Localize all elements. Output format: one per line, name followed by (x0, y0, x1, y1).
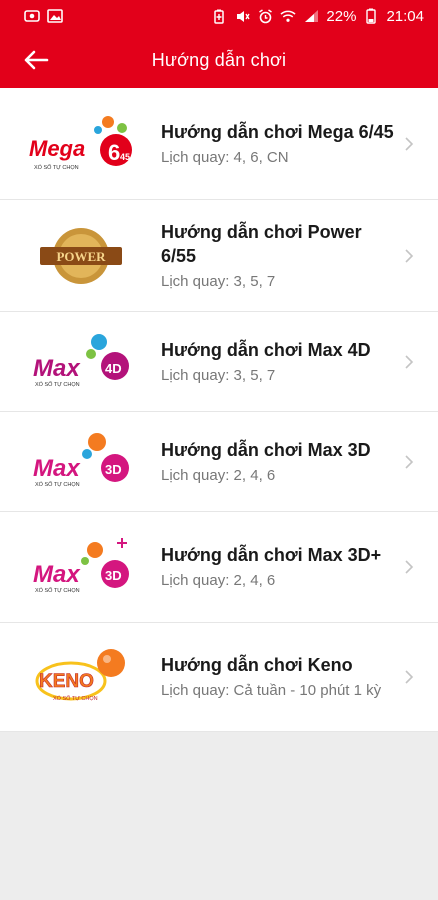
page-title: Hướng dẫn chơi (151, 49, 287, 70)
svg-text:XỔ SỐ TỰ CHỌN: XỔ SỐ TỰ CHỌN (35, 587, 80, 594)
row-text: Hướng dẫn chơi Power 6/55 Lịch quay: 3, … (161, 220, 438, 292)
svg-text:POWER: POWER (56, 249, 106, 264)
max-3d-plus-logo: Max 3D XỔ SỐ TỰ CHỌN (0, 534, 161, 600)
list-item-max-3d[interactable]: Max 3D XỔ SỐ TỰ CHỌN Hướng dẫn chơi Max … (0, 412, 438, 512)
row-schedule: Lịch quay: 3, 5, 7 (161, 366, 276, 384)
status-left (24, 9, 63, 23)
list-item-max-4d[interactable]: Max 4D XỔ SỐ TỰ CHỌN Hướng dẫn chơi Max … (0, 312, 438, 412)
wifi-icon (280, 9, 296, 23)
list-item-max-3d-plus[interactable]: Max 3D XỔ SỐ TỰ CHỌN Hướng dẫn chơi Max … (0, 512, 438, 623)
row-schedule: Lịch quay: 2, 4, 6 (161, 572, 276, 589)
battery-percent: 22% (326, 7, 357, 25)
svg-text:Max: Max (33, 561, 81, 588)
alarm-icon (257, 8, 273, 23)
app-bar: Hướng dẫn chơi (0, 32, 438, 88)
chevron-right-icon (405, 670, 414, 684)
status-bar: 22% 21:04 (0, 0, 438, 32)
arrow-left-icon (24, 50, 49, 70)
chevron-right-icon (405, 248, 414, 263)
row-title: Hướng dẫn chơi Mega 6/45 (161, 121, 394, 142)
chevron-right-icon (405, 454, 414, 469)
svg-text:XỔ SỐ TỰ CHỌN: XỔ SỐ TỰ CHỌN (53, 695, 98, 702)
svg-text:XỔ SỐ TỰ CHỌN: XỔ SỐ TỰ CHỌN (35, 381, 80, 388)
notification-app-icon (24, 9, 40, 23)
chevron-right-icon (405, 560, 414, 574)
battery-saver-icon (211, 9, 227, 24)
mega-645-logo: Mega 6 45 XỔ SỐ TỰ CHỌN (0, 114, 161, 174)
mute-icon (234, 9, 250, 23)
row-text: Hướng dẫn chơi Keno Lịch quay: Cả tuần -… (161, 653, 438, 701)
svg-text:KENO: KENO (39, 671, 94, 692)
row-title: Hướng dẫn chơi Max 4D (161, 339, 371, 360)
back-button[interactable] (14, 42, 58, 78)
svg-text:XỔ SỐ TỰ CHỌN: XỔ SỐ TỰ CHỌN (35, 481, 80, 488)
list-item-keno[interactable]: KENO XỔ SỐ TỰ CHỌN Hướng dẫn chơi Keno L… (0, 623, 438, 732)
clock: 21:04 (386, 7, 424, 25)
row-text: Hướng dẫn chơi Max 3D Lịch quay: 2, 4, 6 (161, 438, 438, 486)
game-guide-list: Mega 6 45 XỔ SỐ TỰ CHỌN Hướng dẫn chơi M… (0, 88, 438, 732)
list-item-mega-645[interactable]: Mega 6 45 XỔ SỐ TỰ CHỌN Hướng dẫn chơi M… (0, 88, 438, 200)
list-item-power-655[interactable]: POWER Hướng dẫn chơi Power 6/55 Lịch qua… (0, 200, 438, 312)
power-655-logo: POWER (0, 224, 161, 288)
row-title: Hướng dẫn chơi Max 3D (161, 439, 371, 460)
row-schedule: Lịch quay: 4, 6, CN (161, 148, 289, 166)
row-schedule: Lịch quay: 2, 4, 6 (161, 466, 276, 484)
row-text: Hướng dẫn chơi Max 4D Lịch quay: 3, 5, 7 (161, 338, 438, 386)
keno-logo: KENO XỔ SỐ TỰ CHỌN (0, 645, 161, 709)
svg-text:XỔ SỐ TỰ CHỌN: XỔ SỐ TỰ CHỌN (34, 164, 79, 171)
row-title: Hướng dẫn chơi Max 3D+ (161, 545, 382, 565)
svg-text:6: 6 (108, 140, 120, 165)
max-4d-logo: Max 4D XỔ SỐ TỰ CHỌN (0, 332, 161, 392)
svg-text:Max: Max (33, 455, 81, 482)
svg-text:3D: 3D (105, 462, 122, 477)
svg-text:4D: 4D (105, 361, 122, 376)
row-text: Hướng dẫn chơi Mega 6/45 Lịch quay: 4, 6… (161, 120, 438, 168)
chevron-right-icon (405, 354, 414, 369)
row-schedule: Lịch quay: 3, 5, 7 (161, 272, 276, 290)
battery-icon (363, 8, 379, 24)
svg-text:Max: Max (33, 355, 81, 382)
image-icon (47, 9, 63, 23)
row-title: Hướng dẫn chơi Keno (161, 655, 353, 675)
max-3d-logo: Max 3D XỔ SỐ TỰ CHỌN (0, 432, 161, 492)
status-right: 22% 21:04 (211, 8, 424, 25)
row-title: Hướng dẫn chơi Power 6/55 (161, 221, 362, 266)
svg-text:3D: 3D (105, 568, 122, 583)
row-text: Hướng dẫn chơi Max 3D+ Lịch quay: 2, 4, … (161, 543, 438, 591)
svg-text:Mega: Mega (29, 136, 85, 161)
row-schedule: Lịch quay: Cả tuần - 10 phút 1 kỳ (161, 682, 382, 699)
chevron-right-icon (405, 136, 414, 151)
signal-icon (303, 9, 319, 23)
svg-text:45: 45 (120, 152, 130, 162)
